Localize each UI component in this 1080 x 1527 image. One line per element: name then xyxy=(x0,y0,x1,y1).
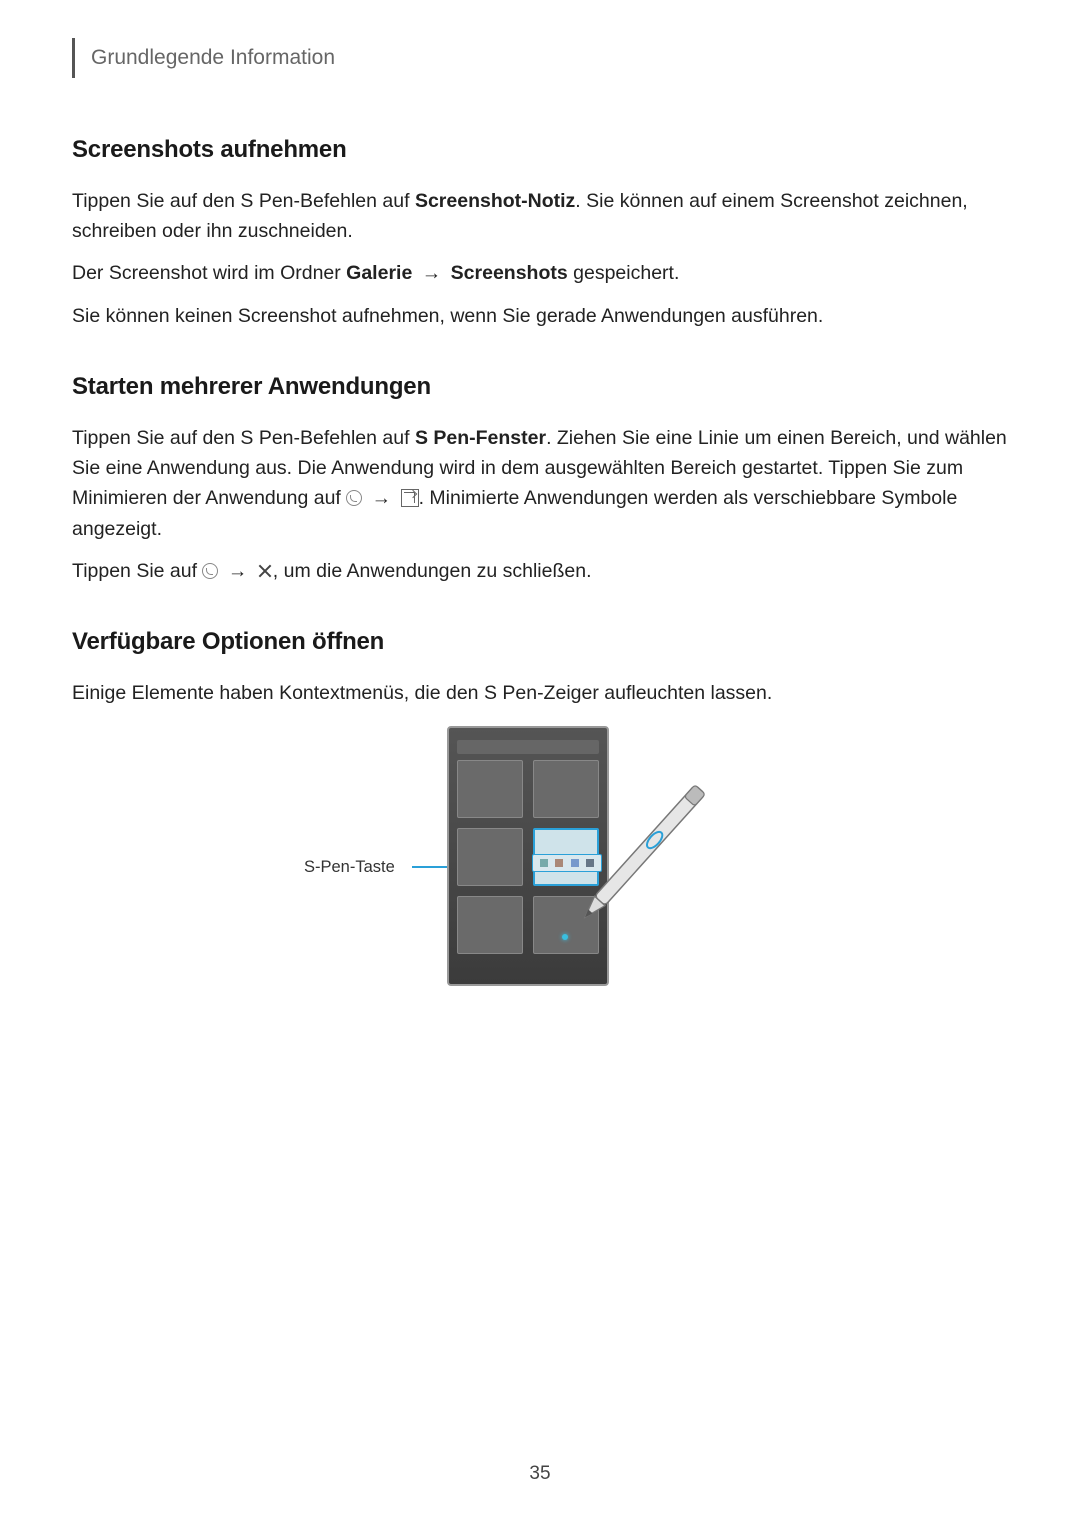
illustration-container: S-Pen-Taste xyxy=(72,726,1008,1006)
heading-multi-apps: Starten mehrerer Anwendungen xyxy=(72,373,1008,401)
para-s1-2: Der Screenshot wird im Ordner Galerie → … xyxy=(72,258,1008,288)
device-tile xyxy=(457,896,523,954)
section-multi-apps: Starten mehrerer Anwendungen Tippen Sie … xyxy=(72,373,1008,586)
circle-handle-icon xyxy=(346,490,362,506)
page-header: Grundlegende Information xyxy=(72,38,1008,78)
heading-available-options: Verfügbare Optionen öffnen xyxy=(72,628,1008,656)
para-s3-1: Einige Elemente haben Kontextmenüs, die … xyxy=(72,678,1008,708)
minimize-icon xyxy=(401,489,419,507)
section-screenshots: Screenshots aufnehmen Tippen Sie auf den… xyxy=(72,136,1008,331)
device-notch xyxy=(457,740,599,754)
header-accent-bar xyxy=(72,38,75,78)
illustration-label: S-Pen-Taste xyxy=(304,858,395,877)
circle-handle-icon xyxy=(202,563,218,579)
header-title: Grundlegende Information xyxy=(91,46,335,70)
para-s2-2: Tippen Sie auf → , um die Anwendungen zu… xyxy=(72,556,1008,586)
close-x-icon xyxy=(257,563,273,579)
heading-screenshots: Screenshots aufnehmen xyxy=(72,136,1008,164)
context-menu-icon xyxy=(540,859,548,867)
para-s1-1: Tippen Sie auf den S Pen-Befehlen auf Sc… xyxy=(72,186,1008,246)
device-tile xyxy=(457,760,523,818)
page-number: 35 xyxy=(0,1463,1080,1485)
para-s2-1: Tippen Sie auf den S Pen-Befehlen auf S … xyxy=(72,423,1008,544)
device-tile xyxy=(457,828,523,886)
para-s1-3: Sie können keinen Screenshot aufnehmen, … xyxy=(72,301,1008,331)
section-available-options: Verfügbare Optionen öffnen Einige Elemen… xyxy=(72,628,1008,1006)
s-pen-icon xyxy=(558,770,718,950)
